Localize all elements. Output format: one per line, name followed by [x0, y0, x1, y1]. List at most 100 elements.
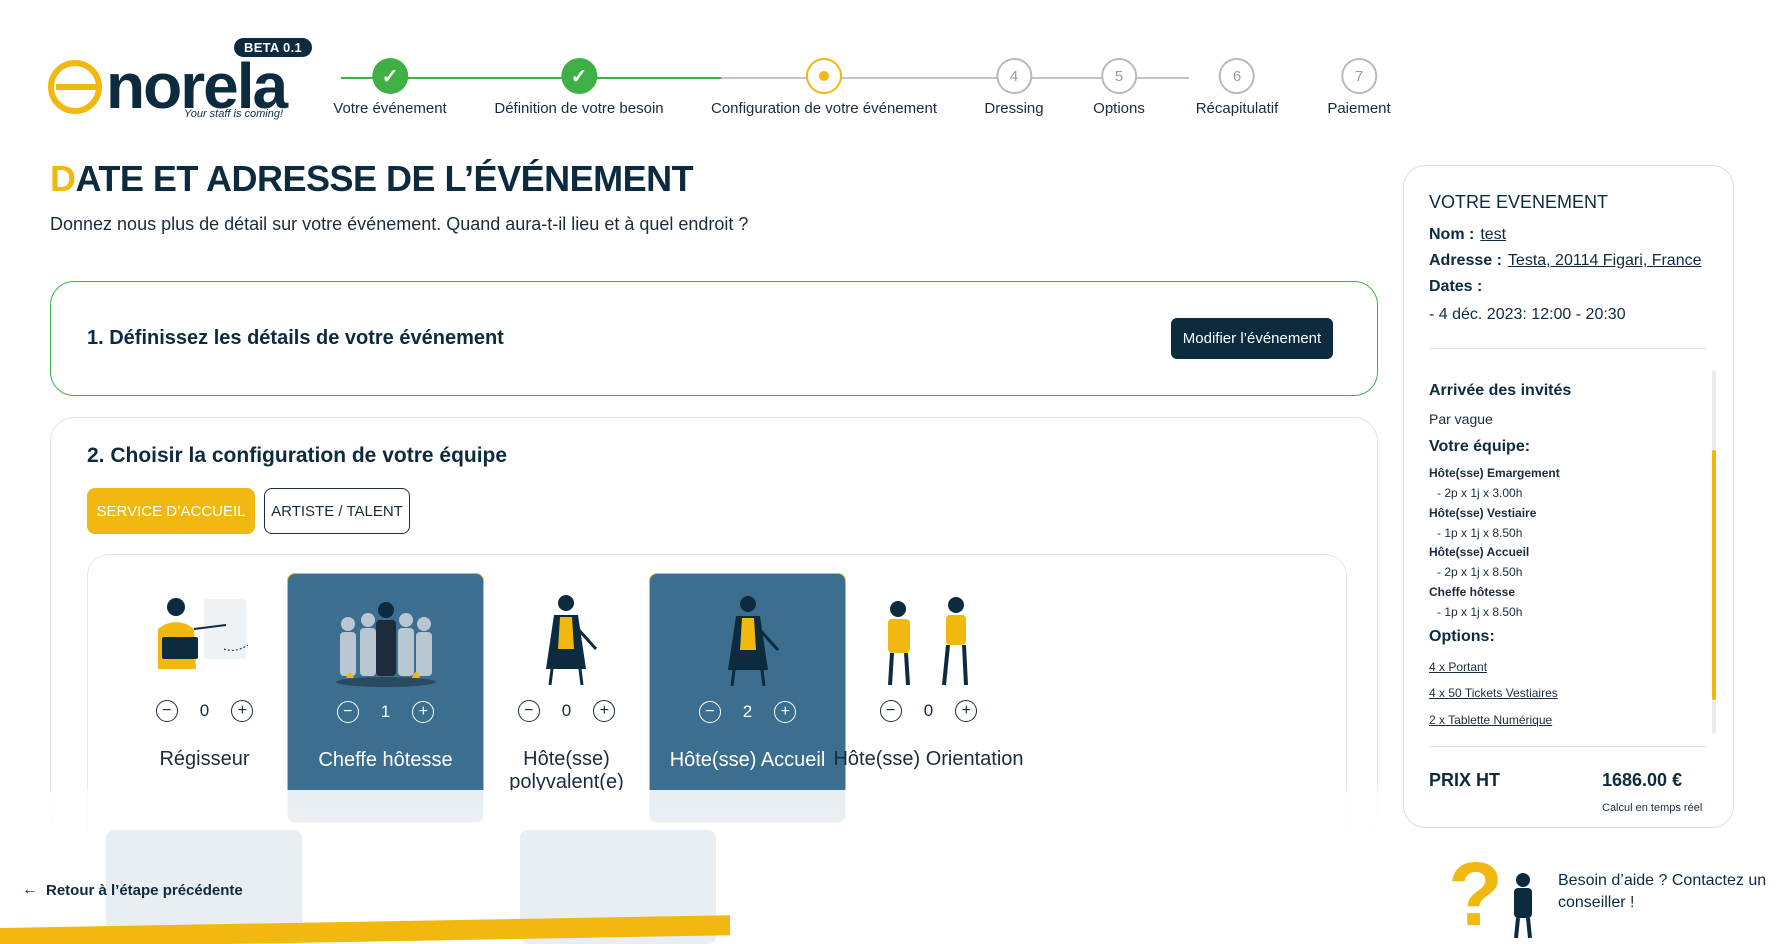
option-name: Portant	[1448, 660, 1488, 674]
nom-value[interactable]: test	[1480, 226, 1506, 243]
tab-artiste-talent[interactable]: ARTISTE / TALENT	[264, 488, 410, 534]
page-title: DATE ET ADRESSE DE L’ÉVÉNEMENT	[50, 158, 694, 200]
options-label: Options:	[1429, 628, 1495, 645]
equipe-detail: - 2p x 1j x 8.50h	[1437, 565, 1523, 579]
minus-icon[interactable]: −	[698, 701, 721, 723]
option-name: Tablette Numérique	[1448, 713, 1553, 727]
step-number: 7	[1341, 58, 1377, 94]
team-config-card: 2. Choisir la configuration de votre équ…	[50, 417, 1378, 837]
minus-icon[interactable]: −	[879, 700, 902, 722]
summary-adresse: Adresse : Testa, 20114 Figari, France	[1429, 252, 1702, 270]
step-label: Votre événement	[333, 100, 447, 117]
step-label: Définition de votre besoin	[494, 100, 664, 117]
step-number: 5	[1100, 58, 1137, 94]
check-icon: ✓	[371, 58, 408, 94]
price-note: Calcul en temps réel	[1602, 802, 1703, 814]
dates-label: Dates :	[1429, 278, 1483, 295]
option-qty: 2 x	[1429, 713, 1446, 727]
regisseur-illustration-icon	[158, 598, 249, 669]
price-label: PRIX HT	[1429, 770, 1501, 790]
equipe-role: Hôte(sse) Accueil	[1429, 545, 1530, 559]
help-text[interactable]: Besoin d’aide ? Contactez un conseiller …	[1558, 870, 1768, 914]
dates-value: - 4 déc. 2023: 12:00 - 20:30	[1429, 306, 1626, 323]
divider	[1429, 348, 1707, 349]
role-name: Hôte(sse) polyvalent(e)	[509, 748, 624, 793]
progress-stepper: ✓ Votre événement ✓ Définition de votre …	[330, 58, 1391, 128]
quantity-stepper: − 0 +	[106, 700, 303, 722]
option-item[interactable]: 4 x 50 Tickets Vestiaires	[1429, 686, 1558, 700]
arrivee-value: Par vague	[1429, 411, 1493, 427]
option-qty: 4 x	[1429, 686, 1446, 700]
option-qty: 4 x	[1429, 660, 1446, 674]
quantity-value: 0	[561, 701, 572, 720]
event-details-card: 1. Définissez les détails de votre événe…	[50, 281, 1378, 396]
plus-icon[interactable]: +	[593, 700, 616, 722]
brand-logo[interactable]: BETA 0.1 norela Your staff is coming!	[48, 38, 313, 124]
equipe-role: Hôte(sse) Vestiaire	[1429, 506, 1537, 520]
minus-icon[interactable]: −	[155, 700, 178, 722]
role-card-hote-orientation[interactable]: − 0 + Hôte(sse) Orientation	[830, 573, 1027, 823]
adresse-value[interactable]: Testa, 20114 Figari, France	[1508, 252, 1702, 269]
summary-title: VOTRE EVENEMENT	[1429, 192, 1609, 212]
plus-icon[interactable]: +	[412, 701, 435, 723]
equipe-role: Cheffe hôtesse	[1429, 585, 1516, 599]
step-label: Paiement	[1327, 100, 1391, 117]
advisor-illustration-icon	[1514, 873, 1532, 939]
plus-icon[interactable]: +	[955, 700, 978, 722]
role-card-cheffe-hotesse[interactable]: − 1 + Cheffe hôtesse	[287, 573, 484, 823]
arrivee-label: Arrivée des invités	[1429, 382, 1572, 399]
quantity-stepper: − 0 +	[468, 700, 665, 722]
step-dressing[interactable]: 4 Dressing	[984, 58, 1044, 117]
role-name: Cheffe hôtesse	[318, 749, 453, 771]
step-recapitulatif[interactable]: 6 Récapitulatif	[1196, 58, 1278, 117]
step-options[interactable]: 5 Options	[1093, 58, 1145, 117]
role-card-regisseur[interactable]: − 0 + Régisseur	[106, 573, 303, 823]
quantity-stepper: − 1 +	[288, 701, 483, 723]
role-card-hote-polyvalent[interactable]: − 0 + Hôte(sse) polyvalent(e)	[468, 573, 665, 823]
price-value: 1686.00 €	[1602, 770, 1683, 790]
modify-event-button[interactable]: Modifier l’événement	[1171, 318, 1333, 359]
summary-nom: Nom : test	[1429, 226, 1506, 244]
quantity-value: 2	[742, 702, 753, 721]
question-mark-icon: ?	[1448, 845, 1503, 944]
step-number: 4	[996, 58, 1032, 94]
page-subtitle: Donnez nous plus de détail sur votre évé…	[50, 214, 749, 234]
role-name: Hôte(sse) Accueil	[669, 749, 826, 771]
role-card-hote-accueil[interactable]: − 2 + Hôte(sse) Accueil	[649, 573, 846, 823]
quantity-stepper: − 0 +	[830, 700, 1027, 722]
step-configuration[interactable]: Configuration de votre événement	[711, 58, 937, 117]
quantity-stepper: − 2 +	[650, 701, 845, 723]
option-item[interactable]: 2 x Tablette Numérique	[1429, 713, 1552, 727]
plus-icon[interactable]: +	[231, 700, 254, 722]
equipe-detail: - 1p x 1j x 8.50h	[1437, 605, 1523, 619]
step-votre-evenement[interactable]: ✓ Votre événement	[333, 58, 447, 117]
role-name: Régisseur	[159, 748, 250, 770]
equipe-role: Hôte(sse) Emargement	[1429, 466, 1560, 480]
step-paiement[interactable]: 7 Paiement	[1327, 58, 1391, 117]
step-definition-besoin[interactable]: ✓ Définition de votre besoin	[494, 58, 664, 117]
help-contact[interactable]: ? Besoin d’aide ? Contactez un conseille…	[1448, 850, 1778, 942]
hote-orientation-illustration-icon	[888, 597, 968, 686]
minus-icon[interactable]: −	[517, 700, 540, 722]
check-icon: ✓	[561, 58, 597, 94]
back-label: Retour à l’étape précédente	[46, 881, 243, 899]
option-item[interactable]: 4 x Portant	[1429, 660, 1487, 674]
quantity-value: 0	[199, 701, 210, 720]
summary-dates: Dates :	[1429, 278, 1482, 296]
plus-icon[interactable]: +	[774, 701, 797, 723]
cheffe-hotesse-illustration-icon	[336, 602, 436, 687]
summary-scrollbar-thumb[interactable]	[1712, 450, 1716, 700]
equipe-detail: - 2p x 1j x 3.00h	[1437, 486, 1523, 500]
tab-service-accueil[interactable]: SERVICE D’ACCUEIL	[87, 488, 255, 534]
divider	[1429, 746, 1707, 747]
current-step-dot-icon	[805, 58, 842, 94]
back-link[interactable]: ← Retour à l’étape précédente	[22, 881, 243, 899]
hote-polyvalent-illustration-icon	[546, 595, 598, 686]
step-number: 6	[1218, 58, 1255, 94]
event-summary-panel: VOTRE EVENEMENT Nom : test Adresse : Testa…	[1403, 165, 1734, 828]
title-rest: ATE ET ADRESSE DE L’ÉVÉNEMENT	[75, 158, 694, 199]
equipe-detail: - 1p x 1j x 8.50h	[1437, 526, 1523, 540]
logo-tagline: Your staff is coming!	[184, 108, 284, 120]
step-label: Options	[1093, 100, 1145, 117]
minus-icon[interactable]: −	[336, 701, 359, 723]
